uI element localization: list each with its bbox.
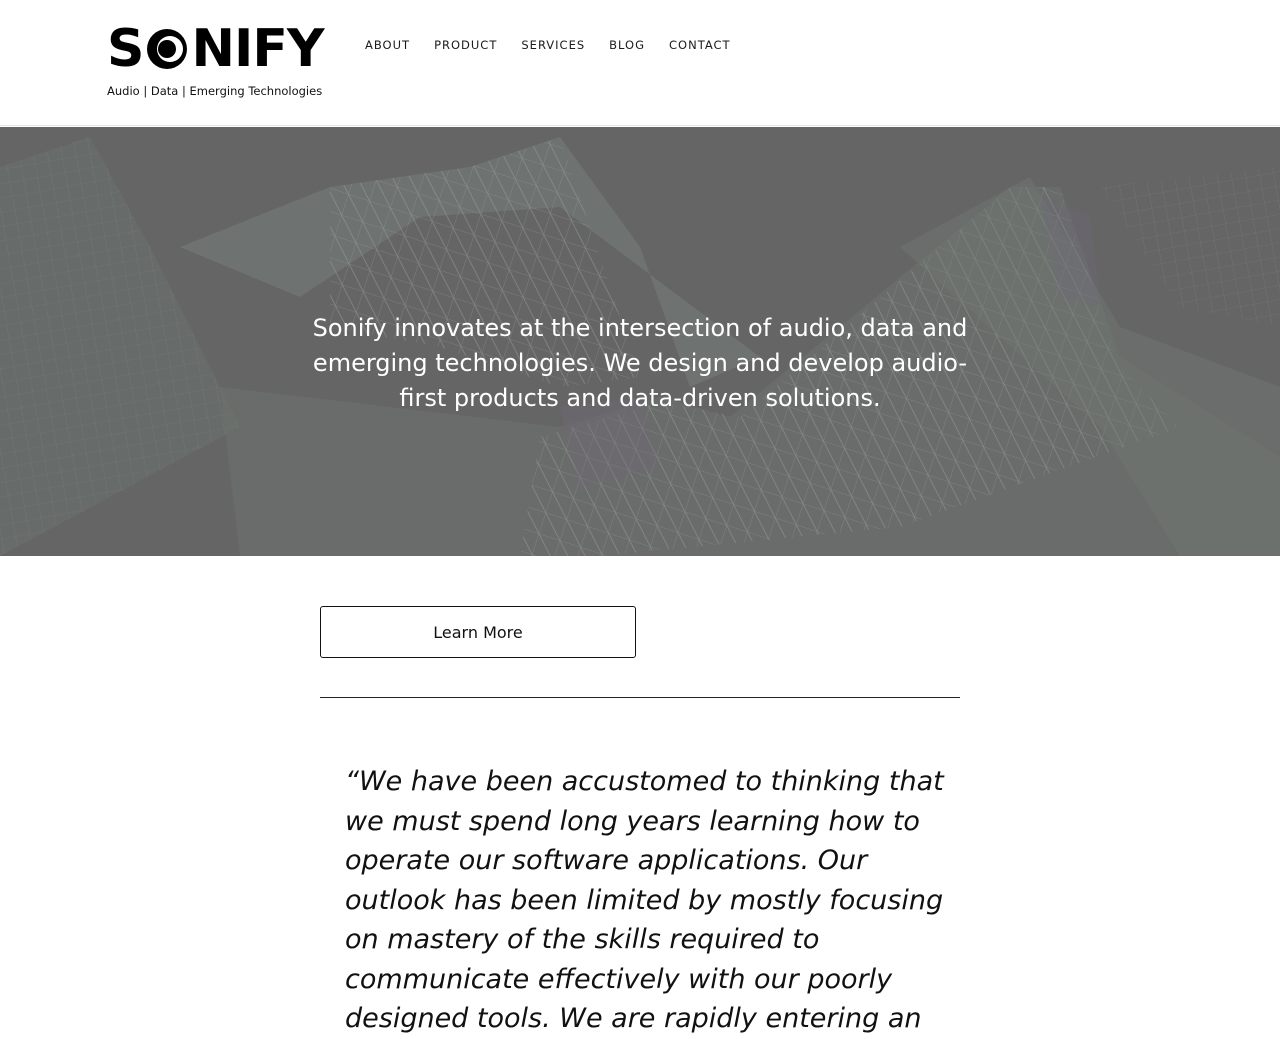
hero-banner: Sonify innovates at the intersection of … — [0, 127, 1280, 556]
sonify-logo[interactable]: S NIFY — [107, 19, 325, 79]
brand-tagline: Audio | Data | Emerging Technologies — [107, 84, 323, 98]
hero-text: Sonify innovates at the intersection of … — [312, 314, 968, 412]
logo-o-icon — [147, 29, 188, 69]
nav-contact[interactable]: CONTACT — [669, 37, 731, 53]
nav-services[interactable]: SERVICES — [521, 37, 585, 53]
logo-letter-s: S — [107, 19, 144, 79]
nav-about[interactable]: ABOUT — [365, 37, 410, 53]
section-divider — [320, 697, 960, 698]
main-nav: ABOUT PRODUCT SERVICES BLOG CONTACT — [365, 37, 755, 53]
quote-text: “We have been accustomed to thinking tha… — [345, 766, 944, 1034]
brand[interactable]: S NIFY Audio | Data | Emerging Technolog… — [107, 22, 327, 102]
learn-more-button[interactable]: Learn More — [320, 606, 636, 658]
site-header: S NIFY Audio | Data | Emerging Technolog… — [0, 0, 1280, 126]
nav-blog[interactable]: BLOG — [609, 37, 645, 53]
logo-letters-nify: NIFY — [191, 19, 324, 79]
nav-product[interactable]: PRODUCT — [434, 37, 497, 53]
